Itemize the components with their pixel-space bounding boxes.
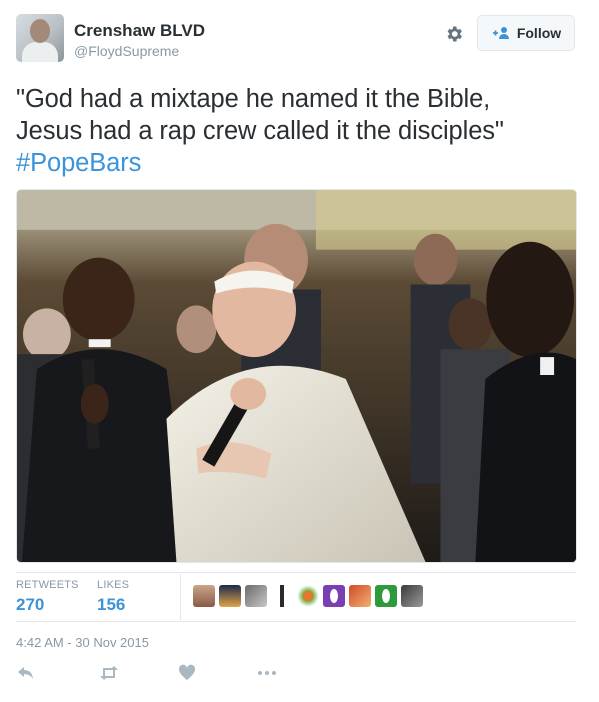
liker-avatar[interactable] bbox=[349, 585, 371, 607]
retweet-icon[interactable] bbox=[98, 664, 120, 682]
user-handle[interactable]: @FloydSupreme bbox=[74, 43, 179, 59]
liker-avatar[interactable] bbox=[271, 585, 293, 607]
liker-avatar[interactable] bbox=[401, 585, 423, 607]
stats-bottom-divider bbox=[16, 621, 576, 622]
more-icon[interactable] bbox=[256, 664, 278, 682]
avatar[interactable] bbox=[16, 14, 64, 62]
liker-avatar[interactable] bbox=[193, 585, 215, 607]
avatar-head-shape bbox=[30, 19, 50, 43]
liker-avatar[interactable] bbox=[297, 585, 319, 607]
avatar-body-shape bbox=[22, 42, 58, 62]
stats-top-divider bbox=[16, 572, 576, 573]
liker-avatar[interactable] bbox=[245, 585, 267, 607]
tweet-text-line-2: Jesus had a rap crew called it the disci… bbox=[16, 117, 504, 145]
follow-button[interactable]: Follow bbox=[477, 15, 575, 51]
retweets-count: 270 bbox=[16, 595, 45, 614]
reply-icon[interactable] bbox=[16, 664, 36, 682]
gear-icon[interactable] bbox=[444, 24, 464, 44]
retweets-label: RETWEETS bbox=[16, 579, 79, 591]
likes-label: LIKES bbox=[97, 579, 130, 591]
tweet-timestamp[interactable]: 4:42 AM - 30 Nov 2015 bbox=[16, 635, 149, 650]
likers-avatar-list bbox=[193, 585, 427, 609]
tweet-text: "God had a mixtape he named it the Bible… bbox=[16, 83, 583, 179]
follow-button-label: Follow bbox=[516, 25, 562, 41]
liker-avatar[interactable] bbox=[375, 585, 397, 607]
likes-count: 156 bbox=[97, 595, 126, 614]
add-user-icon bbox=[492, 27, 509, 39]
tweet-actions bbox=[16, 664, 576, 688]
tweet-text-line-1: "God had a mixtape he named it the Bible… bbox=[16, 85, 491, 113]
tweet-header: Crenshaw BLVD @FloydSupreme Follow bbox=[16, 14, 583, 64]
liker-avatar[interactable] bbox=[219, 585, 241, 607]
stats-separator bbox=[180, 574, 181, 620]
hashtag-link[interactable]: #PopeBars bbox=[16, 149, 141, 177]
heart-icon[interactable] bbox=[178, 664, 196, 682]
user-name[interactable]: Crenshaw BLVD bbox=[74, 21, 205, 41]
retweets-stat[interactable]: RETWEETS 270 bbox=[16, 579, 79, 615]
liker-avatar[interactable] bbox=[323, 585, 345, 607]
tweet-photo[interactable] bbox=[16, 189, 577, 563]
likes-stat[interactable]: LIKES 156 bbox=[97, 579, 129, 615]
